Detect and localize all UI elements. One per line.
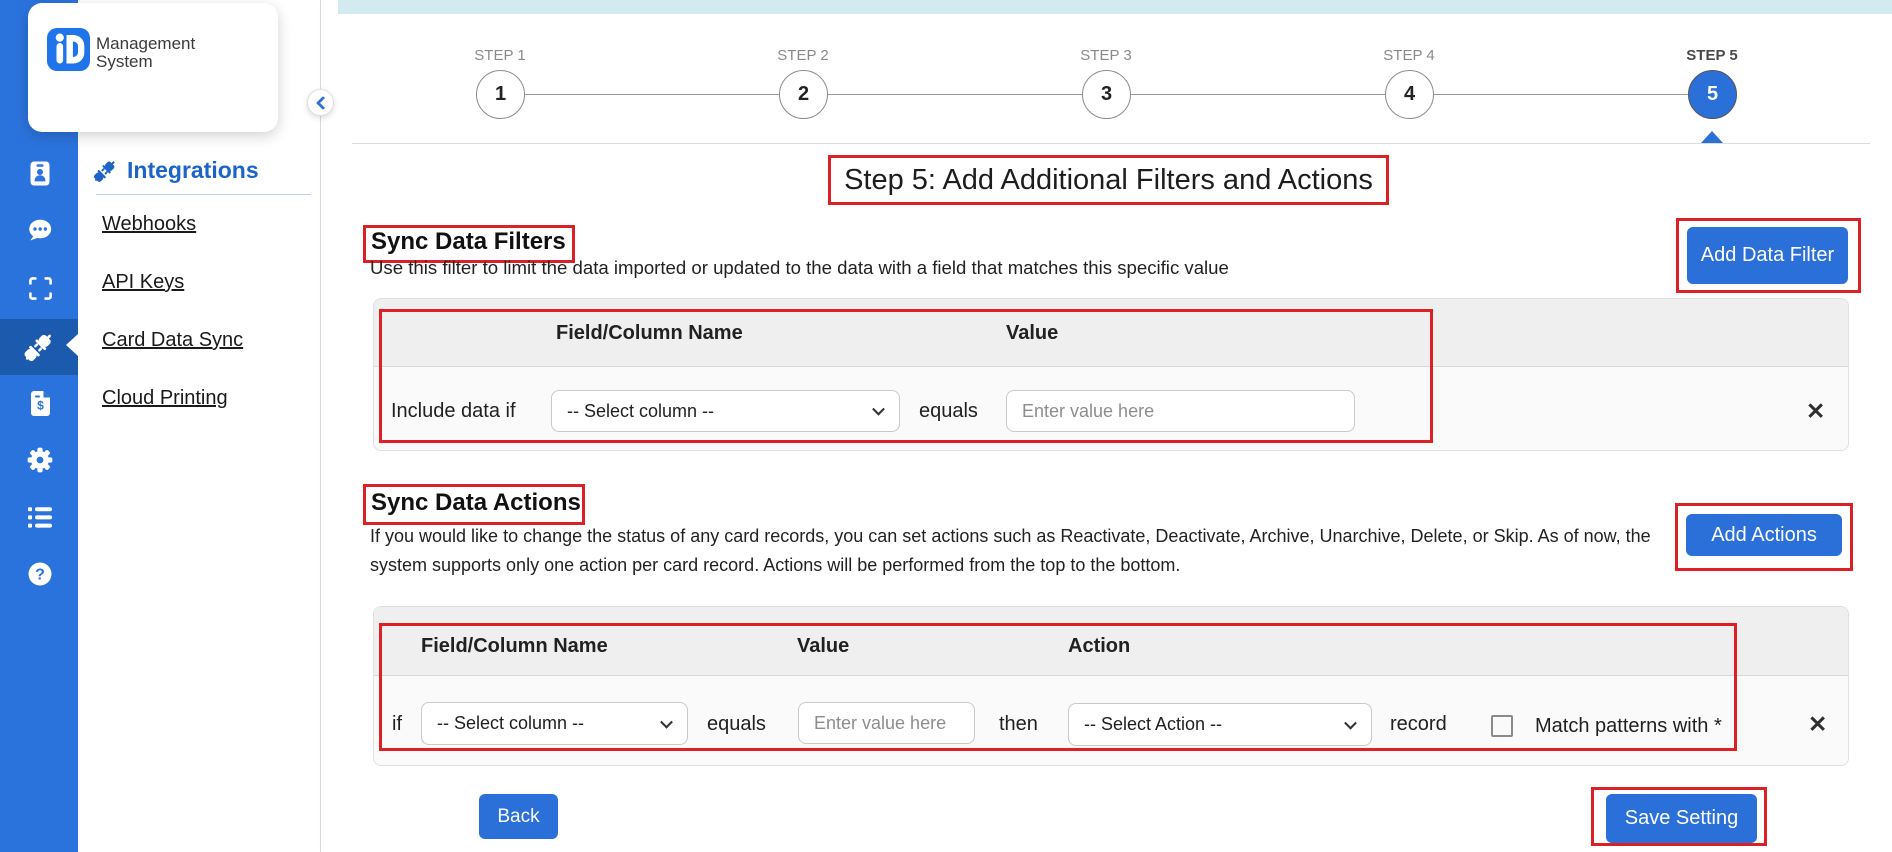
svg-text:?: ? xyxy=(35,567,45,584)
svg-text:$: $ xyxy=(37,399,44,413)
